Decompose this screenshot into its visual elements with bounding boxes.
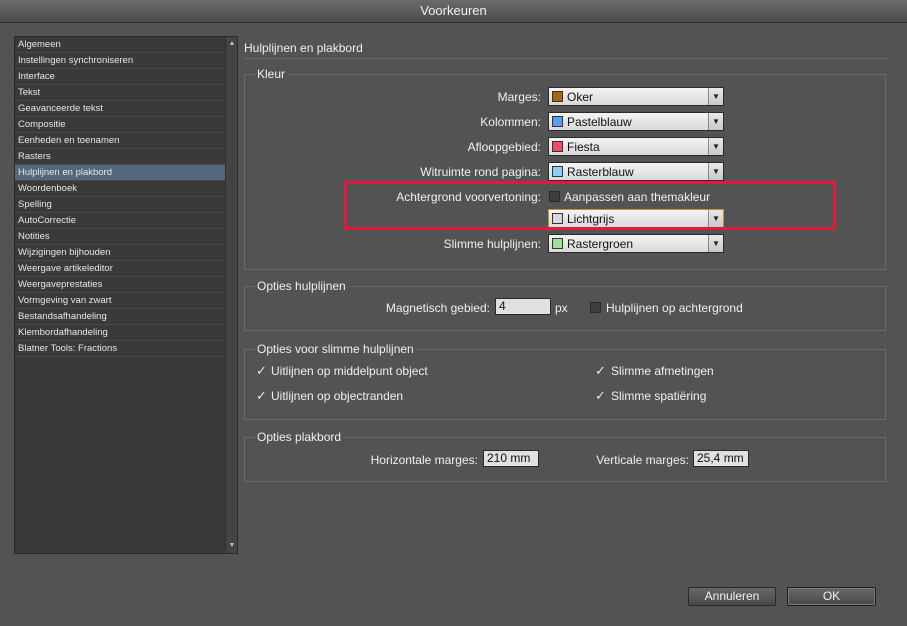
afloopgebied-value: Fiesta	[567, 140, 600, 154]
slimme-hulplijnen-swatch	[552, 238, 563, 249]
sidebar-item[interactable]: Klembordafhandeling	[15, 325, 226, 341]
opties-hulplijnen-title: Opties hulplijnen	[254, 279, 349, 293]
spatiering-checkbox[interactable]: ✓	[595, 389, 606, 402]
sidebar-item[interactable]: Hulplijnen en plakbord	[15, 165, 226, 181]
marges-dropdown[interactable]: Oker ▼	[548, 87, 724, 106]
sidebar-item[interactable]: Eenheden en toenamen	[15, 133, 226, 149]
sidebar-item[interactable]: Spelling	[15, 197, 226, 213]
sidebar-item[interactable]: Weergaveprestaties	[15, 277, 226, 293]
opties-slimme-group	[244, 349, 886, 420]
kleur-group-title: Kleur	[254, 67, 289, 81]
sidebar-item[interactable]: Geavanceerde tekst	[15, 101, 226, 117]
slimme-hulplijnen-value: Rastergroen	[567, 237, 634, 251]
verticale-marges-label: Verticale marges:	[596, 453, 689, 467]
sidebar-item[interactable]: AutoCorrectie	[15, 213, 226, 229]
horizontale-marges-input[interactable]: 210 mm	[483, 450, 539, 467]
afmetingen-checkbox[interactable]: ✓	[595, 364, 606, 377]
marges-label: Marges:	[497, 90, 541, 104]
title-divider	[244, 58, 886, 59]
sidebar-item[interactable]: Weergave artikeleditor	[15, 261, 226, 277]
horizontale-marges-label: Horizontale marges:	[370, 453, 478, 467]
marges-swatch	[552, 91, 563, 102]
kolommen-label: Kolommen:	[480, 115, 541, 129]
hulplijnen-achtergrond-checkbox[interactable]	[590, 302, 601, 313]
page-title: Hulplijnen en plakbord	[244, 41, 363, 55]
opties-slimme-title: Opties voor slimme hulplijnen	[254, 342, 417, 356]
middelpunt-checkbox[interactable]: ✓	[256, 364, 267, 377]
middelpunt-label: Uitlijnen op middelpunt object	[271, 364, 428, 378]
sidebar-item[interactable]: Blatner Tools: Fractions	[15, 341, 226, 357]
chevron-down-icon: ▼	[708, 235, 723, 252]
sidebar-item[interactable]: Notities	[15, 229, 226, 245]
opties-plakbord-title: Opties plakbord	[254, 430, 345, 444]
witruimte-dropdown[interactable]: Rasterblauw ▼	[548, 162, 724, 181]
sidebar-list: Algemeen Instellingen synchroniseren Inter…	[15, 37, 226, 357]
spatiering-label: Slimme spatiëring	[611, 389, 707, 403]
afloopgebied-swatch	[552, 141, 563, 152]
sidebar-item[interactable]: Wijzigingen bijhouden	[15, 245, 226, 261]
sidebar-item[interactable]: Instellingen synchroniseren	[15, 53, 226, 69]
objectranden-checkbox[interactable]: ✓	[256, 389, 267, 402]
chevron-down-icon: ▼	[708, 138, 723, 155]
afmetingen-label: Slimme afmetingen	[611, 364, 714, 378]
hulplijnen-achtergrond-label: Hulplijnen op achtergrond	[606, 301, 743, 315]
sidebar-item[interactable]: Algemeen	[15, 37, 226, 53]
sidebar-item[interactable]: Vormgeving van zwart	[15, 293, 226, 309]
afloopgebied-label: Afloopgebied:	[467, 140, 541, 154]
kolommen-value: Pastelblauw	[567, 115, 632, 129]
scroll-down-arrow-icon[interactable]: ▼	[227, 541, 237, 551]
ok-button[interactable]: OK	[787, 587, 876, 606]
slimme-hulplijnen-dropdown[interactable]: Rastergroen ▼	[548, 234, 724, 253]
sidebar-item[interactable]: Tekst	[15, 85, 226, 101]
objectranden-label: Uitlijnen op objectranden	[271, 389, 404, 403]
witruimte-value: Rasterblauw	[567, 165, 634, 179]
verticale-marges-input[interactable]: 25,4 mm	[693, 450, 749, 467]
sidebar-item[interactable]: Bestandsafhandeling	[15, 309, 226, 325]
sidebar-item[interactable]: Woordenboek	[15, 181, 226, 197]
preferences-sidebar: Algemeen Instellingen synchroniseren Inter…	[14, 36, 238, 554]
sidebar-scrollbar[interactable]: ▲ ▼	[225, 37, 237, 553]
magnetisch-unit: px	[555, 301, 568, 315]
kolommen-dropdown[interactable]: Pastelblauw ▼	[548, 112, 724, 131]
sidebar-item[interactable]: Rasters	[15, 149, 226, 165]
afloopgebied-dropdown[interactable]: Fiesta ▼	[548, 137, 724, 156]
sidebar-item[interactable]: Interface	[15, 69, 226, 85]
magnetisch-gebied-label: Magnetisch gebied:	[385, 301, 490, 315]
kolommen-swatch	[552, 116, 563, 127]
slimme-hulplijnen-label: Slimme hulplijnen:	[443, 237, 541, 251]
chevron-down-icon: ▼	[708, 88, 723, 105]
chevron-down-icon: ▼	[708, 163, 723, 180]
scroll-up-arrow-icon[interactable]: ▲	[227, 39, 237, 49]
witruimte-swatch	[552, 166, 563, 177]
cancel-button[interactable]: Annuleren	[688, 587, 776, 606]
sidebar-item[interactable]: Compositie	[15, 117, 226, 133]
chevron-down-icon: ▼	[708, 113, 723, 130]
window-title: Voorkeuren	[420, 3, 487, 18]
highlight-annotation	[344, 181, 836, 230]
witruimte-label: Witruimte rond pagina:	[420, 165, 541, 179]
marges-value: Oker	[567, 90, 594, 104]
window-title-bar: Voorkeuren	[0, 0, 907, 23]
magnetisch-gebied-input[interactable]: 4	[495, 298, 551, 315]
